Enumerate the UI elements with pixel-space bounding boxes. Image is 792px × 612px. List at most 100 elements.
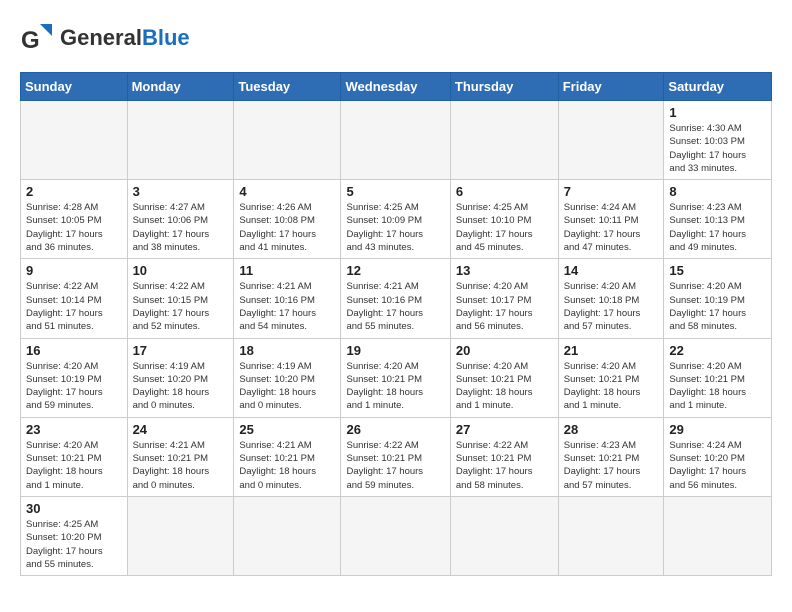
calendar-cell: 13 Sunrise: 4:20 AM Sunset: 10:17 PM Dayl… — [450, 259, 558, 338]
day-info: Sunrise: 4:21 AM Sunset: 10:16 PM Daylig… — [239, 280, 335, 333]
calendar-cell — [664, 496, 772, 575]
day-info: Sunrise: 4:20 AM Sunset: 10:18 PM Daylig… — [564, 280, 659, 333]
calendar-cell — [558, 101, 664, 180]
calendar-cell: 14 Sunrise: 4:20 AM Sunset: 10:18 PM Dayl… — [558, 259, 664, 338]
calendar-cell: 8Sunrise: 4:23 AM Sunset: 10:13 PM Dayli… — [664, 180, 772, 259]
day-info: Sunrise: 4:22 AM Sunset: 10:21 PM Daylig… — [346, 439, 444, 492]
logo-icon: G — [20, 20, 56, 56]
calendar-cell: 23Sunrise: 4:20 AM Sunset: 10:21 PM Dayl… — [21, 417, 128, 496]
day-info: Sunrise: 4:24 AM Sunset: 10:11 PM Daylig… — [564, 201, 659, 254]
calendar-cell: 10 Sunrise: 4:22 AM Sunset: 10:15 PM Dayl… — [127, 259, 234, 338]
day-number: 12 — [346, 263, 444, 278]
week-row-5: 23Sunrise: 4:20 AM Sunset: 10:21 PM Dayl… — [21, 417, 772, 496]
calendar-cell: 9 Sunrise: 4:22 AM Sunset: 10:14 PM Dayli… — [21, 259, 128, 338]
calendar-cell: 18 Sunrise: 4:19 AM Sunset: 10:20 PM Dayl… — [234, 338, 341, 417]
day-number: 20 — [456, 343, 553, 358]
day-info: Sunrise: 4:20 AM Sunset: 10:21 PM Daylig… — [564, 360, 659, 413]
calendar-cell — [127, 496, 234, 575]
calendar-cell: 21 Sunrise: 4:20 AM Sunset: 10:21 PM Dayl… — [558, 338, 664, 417]
calendar-cell: 16 Sunrise: 4:20 AM Sunset: 10:19 PM Dayl… — [21, 338, 128, 417]
day-number: 7 — [564, 184, 659, 199]
calendar-cell: 22Sunrise: 4:20 AM Sunset: 10:21 PM Dayl… — [664, 338, 772, 417]
calendar-cell — [558, 496, 664, 575]
day-number: 3 — [133, 184, 229, 199]
day-info: Sunrise: 4:28 AM Sunset: 10:05 PM Daylig… — [26, 201, 122, 254]
day-info: Sunrise: 4:24 AM Sunset: 10:20 PM Daylig… — [669, 439, 766, 492]
day-number: 2 — [26, 184, 122, 199]
day-number: 25 — [239, 422, 335, 437]
day-number: 16 — [26, 343, 122, 358]
calendar-cell: 2 Sunrise: 4:28 AM Sunset: 10:05 PM Dayli… — [21, 180, 128, 259]
calendar-cell: 30Sunrise: 4:25 AM Sunset: 10:20 PM Dayl… — [21, 496, 128, 575]
day-number: 13 — [456, 263, 553, 278]
day-number: 1 — [669, 105, 766, 120]
day-number: 9 — [26, 263, 122, 278]
day-info: Sunrise: 4:19 AM Sunset: 10:20 PM Daylig… — [133, 360, 229, 413]
week-row-3: 9 Sunrise: 4:22 AM Sunset: 10:14 PM Dayli… — [21, 259, 772, 338]
calendar-cell — [234, 101, 341, 180]
day-info: Sunrise: 4:25 AM Sunset: 10:20 PM Daylig… — [26, 518, 122, 571]
calendar-cell: 20Sunrise: 4:20 AM Sunset: 10:21 PM Dayl… — [450, 338, 558, 417]
day-number: 15 — [669, 263, 766, 278]
calendar-cell — [127, 101, 234, 180]
calendar-table: SundayMondayTuesdayWednesdayThursdayFrid… — [20, 72, 772, 576]
day-number: 6 — [456, 184, 553, 199]
day-info: Sunrise: 4:19 AM Sunset: 10:20 PM Daylig… — [239, 360, 335, 413]
day-info: Sunrise: 4:21 AM Sunset: 10:21 PM Daylig… — [133, 439, 229, 492]
calendar-cell: 7 Sunrise: 4:24 AM Sunset: 10:11 PM Dayli… — [558, 180, 664, 259]
day-info: Sunrise: 4:20 AM Sunset: 10:19 PM Daylig… — [669, 280, 766, 333]
day-number: 8 — [669, 184, 766, 199]
weekday-header-thursday: Thursday — [450, 73, 558, 101]
day-info: Sunrise: 4:20 AM Sunset: 10:19 PM Daylig… — [26, 360, 122, 413]
calendar-cell — [450, 496, 558, 575]
day-info: Sunrise: 4:30 AM Sunset: 10:03 PM Daylig… — [669, 122, 766, 175]
weekday-header-monday: Monday — [127, 73, 234, 101]
calendar-cell: 11 Sunrise: 4:21 AM Sunset: 10:16 PM Dayl… — [234, 259, 341, 338]
day-info: Sunrise: 4:23 AM Sunset: 10:21 PM Daylig… — [564, 439, 659, 492]
week-row-1: 1 Sunrise: 4:30 AM Sunset: 10:03 PM Dayli… — [21, 101, 772, 180]
calendar-cell: 28 Sunrise: 4:23 AM Sunset: 10:21 PM Dayl… — [558, 417, 664, 496]
day-number: 24 — [133, 422, 229, 437]
day-number: 17 — [133, 343, 229, 358]
calendar-cell: 19 Sunrise: 4:20 AM Sunset: 10:21 PM Dayl… — [341, 338, 450, 417]
calendar-cell: 1 Sunrise: 4:30 AM Sunset: 10:03 PM Dayli… — [664, 101, 772, 180]
logo-text: GeneralBlue — [60, 25, 190, 51]
week-row-4: 16 Sunrise: 4:20 AM Sunset: 10:19 PM Dayl… — [21, 338, 772, 417]
day-info: Sunrise: 4:20 AM Sunset: 10:17 PM Daylig… — [456, 280, 553, 333]
weekday-header-tuesday: Tuesday — [234, 73, 341, 101]
day-number: 11 — [239, 263, 335, 278]
day-number: 29 — [669, 422, 766, 437]
day-number: 19 — [346, 343, 444, 358]
day-info: Sunrise: 4:20 AM Sunset: 10:21 PM Daylig… — [346, 360, 444, 413]
day-number: 4 — [239, 184, 335, 199]
calendar-cell — [450, 101, 558, 180]
day-number: 14 — [564, 263, 659, 278]
weekday-header-wednesday: Wednesday — [341, 73, 450, 101]
day-number: 26 — [346, 422, 444, 437]
day-info: Sunrise: 4:25 AM Sunset: 10:10 PM Daylig… — [456, 201, 553, 254]
calendar-cell: 3Sunrise: 4:27 AM Sunset: 10:06 PM Dayli… — [127, 180, 234, 259]
calendar-cell: 25 Sunrise: 4:21 AM Sunset: 10:21 PM Dayl… — [234, 417, 341, 496]
page-header: G GeneralBlue — [20, 20, 772, 56]
day-number: 28 — [564, 422, 659, 437]
day-info: Sunrise: 4:22 AM Sunset: 10:15 PM Daylig… — [133, 280, 229, 333]
day-info: Sunrise: 4:21 AM Sunset: 10:21 PM Daylig… — [239, 439, 335, 492]
day-number: 27 — [456, 422, 553, 437]
calendar-cell: 29 Sunrise: 4:24 AM Sunset: 10:20 PM Dayl… — [664, 417, 772, 496]
day-number: 10 — [133, 263, 229, 278]
weekday-header-friday: Friday — [558, 73, 664, 101]
day-info: Sunrise: 4:26 AM Sunset: 10:08 PM Daylig… — [239, 201, 335, 254]
calendar-cell: 27 Sunrise: 4:22 AM Sunset: 10:21 PM Dayl… — [450, 417, 558, 496]
day-info: Sunrise: 4:22 AM Sunset: 10:14 PM Daylig… — [26, 280, 122, 333]
calendar-cell — [341, 101, 450, 180]
weekday-header-saturday: Saturday — [664, 73, 772, 101]
calendar-cell — [341, 496, 450, 575]
logo: G GeneralBlue — [20, 20, 190, 56]
calendar-cell: 6 Sunrise: 4:25 AM Sunset: 10:10 PM Dayli… — [450, 180, 558, 259]
day-number: 22 — [669, 343, 766, 358]
calendar-cell: 26 Sunrise: 4:22 AM Sunset: 10:21 PM Dayl… — [341, 417, 450, 496]
day-number: 18 — [239, 343, 335, 358]
day-info: Sunrise: 4:22 AM Sunset: 10:21 PM Daylig… — [456, 439, 553, 492]
calendar-cell — [234, 496, 341, 575]
day-number: 21 — [564, 343, 659, 358]
